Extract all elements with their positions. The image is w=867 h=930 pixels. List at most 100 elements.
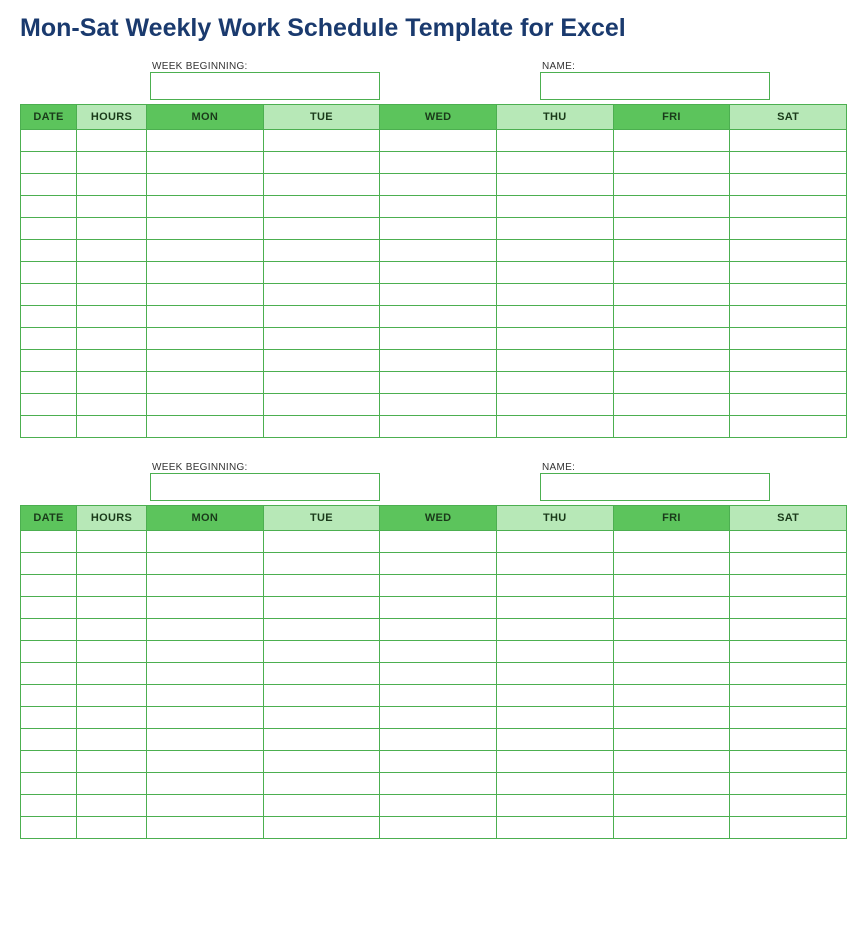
cell[interactable]	[613, 641, 730, 663]
cell[interactable]	[613, 685, 730, 707]
cell[interactable]	[730, 130, 847, 152]
cell[interactable]	[77, 372, 147, 394]
cell[interactable]	[263, 729, 380, 751]
cell[interactable]	[77, 174, 147, 196]
cell[interactable]	[147, 416, 264, 438]
cell[interactable]	[77, 218, 147, 240]
cell[interactable]	[77, 751, 147, 773]
cell[interactable]	[147, 130, 264, 152]
cell[interactable]	[496, 729, 613, 751]
cell[interactable]	[613, 751, 730, 773]
cell[interactable]	[496, 152, 613, 174]
cell[interactable]	[21, 817, 77, 839]
cell[interactable]	[263, 751, 380, 773]
cell[interactable]	[77, 350, 147, 372]
cell[interactable]	[21, 773, 77, 795]
cell[interactable]	[21, 553, 77, 575]
cell[interactable]	[380, 641, 497, 663]
cell[interactable]	[147, 350, 264, 372]
cell[interactable]	[730, 751, 847, 773]
cell[interactable]	[613, 394, 730, 416]
cell[interactable]	[77, 597, 147, 619]
cell[interactable]	[21, 350, 77, 372]
cell[interactable]	[613, 262, 730, 284]
cell[interactable]	[263, 284, 380, 306]
cell[interactable]	[613, 663, 730, 685]
cell[interactable]	[77, 619, 147, 641]
cell[interactable]	[77, 795, 147, 817]
cell[interactable]	[21, 262, 77, 284]
cell[interactable]	[496, 284, 613, 306]
cell[interactable]	[21, 196, 77, 218]
cell[interactable]	[21, 641, 77, 663]
cell[interactable]	[730, 152, 847, 174]
cell[interactable]	[77, 773, 147, 795]
cell[interactable]	[730, 575, 847, 597]
cell[interactable]	[496, 641, 613, 663]
cell[interactable]	[613, 597, 730, 619]
cell[interactable]	[496, 372, 613, 394]
cell[interactable]	[730, 619, 847, 641]
cell[interactable]	[730, 284, 847, 306]
cell[interactable]	[730, 663, 847, 685]
cell[interactable]	[147, 641, 264, 663]
cell[interactable]	[77, 262, 147, 284]
cell[interactable]	[263, 328, 380, 350]
cell[interactable]	[613, 284, 730, 306]
cell[interactable]	[21, 306, 77, 328]
cell[interactable]	[380, 394, 497, 416]
cell[interactable]	[263, 416, 380, 438]
cell[interactable]	[496, 174, 613, 196]
cell[interactable]	[147, 218, 264, 240]
cell[interactable]	[496, 218, 613, 240]
cell[interactable]	[77, 641, 147, 663]
cell[interactable]	[496, 240, 613, 262]
cell[interactable]	[263, 240, 380, 262]
cell[interactable]	[613, 575, 730, 597]
cell[interactable]	[263, 350, 380, 372]
cell[interactable]	[21, 240, 77, 262]
cell[interactable]	[147, 729, 264, 751]
cell[interactable]	[613, 372, 730, 394]
cell[interactable]	[77, 240, 147, 262]
cell[interactable]	[613, 152, 730, 174]
cell[interactable]	[263, 685, 380, 707]
cell[interactable]	[380, 531, 497, 553]
cell[interactable]	[21, 328, 77, 350]
cell[interactable]	[380, 284, 497, 306]
cell[interactable]	[263, 795, 380, 817]
cell[interactable]	[730, 218, 847, 240]
cell[interactable]	[147, 795, 264, 817]
cell[interactable]	[21, 663, 77, 685]
cell[interactable]	[613, 707, 730, 729]
cell[interactable]	[613, 729, 730, 751]
cell[interactable]	[77, 328, 147, 350]
cell[interactable]	[496, 597, 613, 619]
cell[interactable]	[263, 773, 380, 795]
cell[interactable]	[21, 597, 77, 619]
cell[interactable]	[380, 773, 497, 795]
name-input[interactable]	[540, 473, 770, 501]
cell[interactable]	[380, 262, 497, 284]
cell[interactable]	[77, 707, 147, 729]
cell[interactable]	[380, 663, 497, 685]
cell[interactable]	[21, 152, 77, 174]
cell[interactable]	[613, 218, 730, 240]
cell[interactable]	[380, 218, 497, 240]
cell[interactable]	[496, 575, 613, 597]
cell[interactable]	[263, 553, 380, 575]
cell[interactable]	[21, 174, 77, 196]
cell[interactable]	[147, 306, 264, 328]
cell[interactable]	[147, 328, 264, 350]
cell[interactable]	[380, 328, 497, 350]
cell[interactable]	[380, 751, 497, 773]
cell[interactable]	[21, 416, 77, 438]
cell[interactable]	[77, 663, 147, 685]
cell[interactable]	[730, 531, 847, 553]
cell[interactable]	[613, 416, 730, 438]
cell[interactable]	[613, 306, 730, 328]
week-beginning-input[interactable]	[150, 473, 380, 501]
cell[interactable]	[496, 531, 613, 553]
cell[interactable]	[21, 729, 77, 751]
cell[interactable]	[380, 817, 497, 839]
